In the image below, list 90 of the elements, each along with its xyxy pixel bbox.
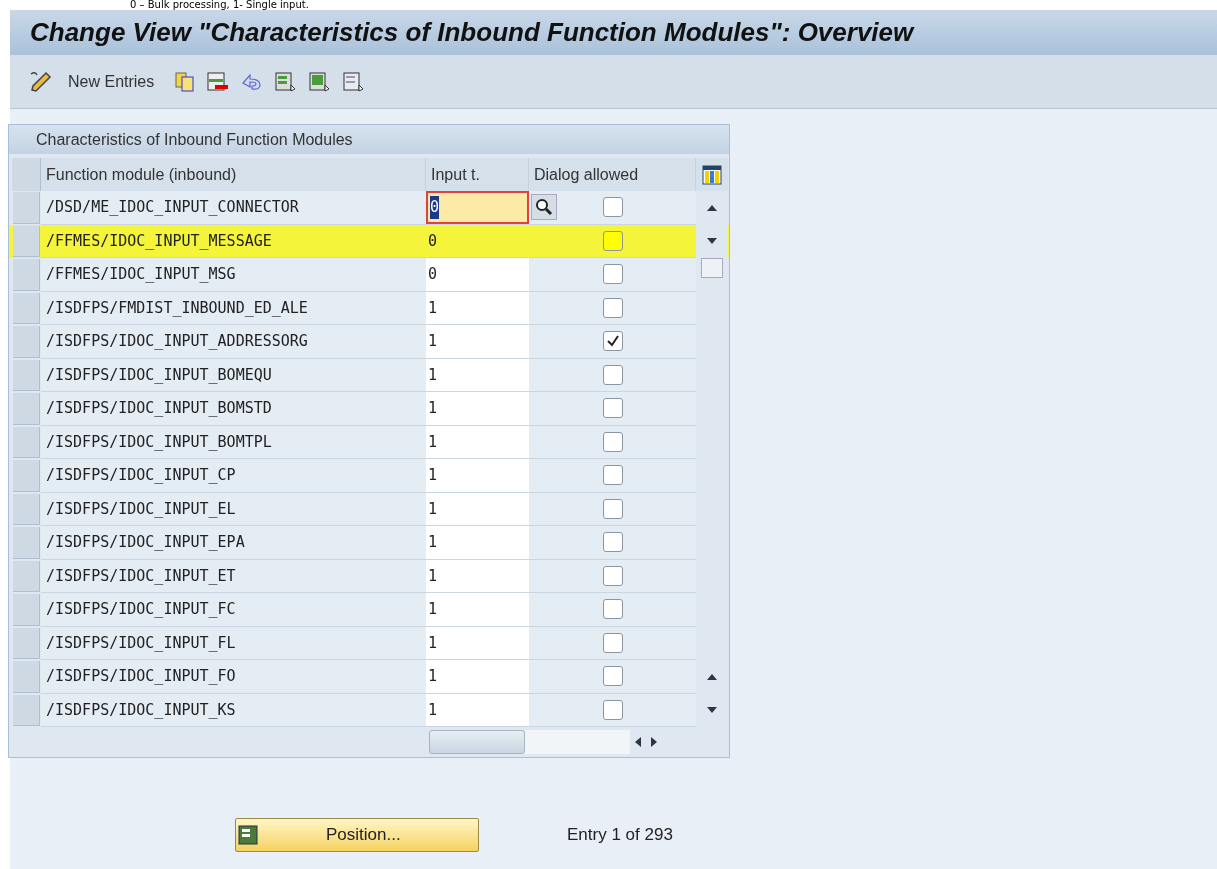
table-row[interactable]: /ISDFPS/IDOC_INPUT_FC 1 [9,593,729,627]
table-row[interactable]: /ISDFPS/FMDIST_INBOUND_ED_ALE 1 [9,291,729,325]
row-selector[interactable] [13,493,40,525]
column-settings-icon[interactable] [702,164,722,185]
table-cell: /ISDFPS/IDOC_INPUT_BOMEQU [41,358,426,392]
table-row[interactable]: /ISDFPS/IDOC_INPUT_CP 1 [9,459,729,493]
column-header[interactable]: Input t. [426,158,529,191]
table-row[interactable]: /DSD/ME_IDOC_INPUT_CONNECTOR 0 [9,191,729,225]
table-cell: /ISDFPS/FMDIST_INBOUND_ED_ALE [41,291,426,325]
table-cell: /ISDFPS/IDOC_INPUT_FO [41,660,426,694]
table-cell: /ISDFPS/IDOC_INPUT_ADDRESSORG [41,325,426,359]
table-title: Characteristics of Inbound Function Modules [9,125,729,154]
table-cell: /ISDFPS/IDOC_INPUT_ET [41,559,426,593]
input-field[interactable]: 1 [426,559,529,592]
checkbox[interactable] [602,398,623,419]
table-cell: /ISDFPS/IDOC_INPUT_FC [41,593,426,627]
table-row[interactable]: /ISDFPS/IDOC_INPUT_ET 1 [9,559,729,593]
checkbox[interactable] [602,498,623,519]
table-row[interactable]: /ISDFPS/IDOC_INPUT_FL 1 [9,626,729,660]
table-cell: /ISDFPS/IDOC_INPUT_CP [41,459,426,493]
input-field[interactable]: 1 [426,593,529,626]
delete-row-icon[interactable] [206,70,231,93]
checkbox[interactable] [602,431,623,452]
row-selector[interactable] [13,225,40,257]
checkbox[interactable] [602,532,623,553]
search-icon [535,198,553,216]
input-field[interactable]: 1 [426,358,529,391]
entry-count: Entry 1 of 293 [567,824,673,847]
table-cell: /ISDFPS/IDOC_INPUT_EL [41,492,426,526]
table-row[interactable]: /ISDFPS/IDOC_INPUT_ADDRESSORG 1 [9,325,729,359]
checkbox[interactable] [602,699,623,720]
input-field[interactable]: 1 [426,459,529,492]
checkbox[interactable] [602,264,623,285]
checkbox[interactable] [602,666,623,687]
input-field[interactable]: 1 [426,291,529,324]
table-row[interactable]: /ISDFPS/IDOC_INPUT_BOMEQU 1 [9,358,729,392]
horizontal-scroll-thumb[interactable] [429,730,525,754]
input-field[interactable]: 1 [426,425,529,458]
table-cell: /ISDFPS/IDOC_INPUT_FL [41,626,426,660]
checkbox[interactable] [602,230,623,251]
search-help-button[interactable] [531,194,557,220]
table-cell: /ISDFPS/IDOC_INPUT_KS [41,693,426,727]
row-selector[interactable] [13,292,40,324]
input-field[interactable]: 1 [426,526,529,559]
input-field[interactable]: 0 [426,191,529,224]
row-selector[interactable] [13,426,40,458]
input-field[interactable]: 1 [426,660,529,693]
input-field[interactable]: 1 [426,392,529,425]
table-row[interactable]: /ISDFPS/IDOC_INPUT_BOMTPL 1 [9,425,729,459]
row-selector[interactable] [13,560,40,592]
row-selector[interactable] [13,359,40,391]
input-field[interactable]: 1 [426,693,529,726]
select-all-cell[interactable] [12,158,41,191]
table-row[interactable]: /FFMES/IDOC_INPUT_MSG 0 [9,258,729,292]
checkbox[interactable] [602,465,623,486]
table-row[interactable]: /ISDFPS/IDOC_INPUT_FO 1 [9,660,729,694]
table-row[interactable]: /ISDFPS/IDOC_INPUT_EL 1 [9,492,729,526]
column-header[interactable]: Function module (inbound) [41,158,426,191]
input-field[interactable]: 1 [426,325,529,358]
input-field[interactable]: 0 [426,224,529,257]
table-row[interactable]: /FFMES/IDOC_INPUT_MESSAGE 0 [9,224,729,258]
table-cell: /FFMES/IDOC_INPUT_MSG [41,258,426,292]
position-button[interactable]: Position... [235,818,479,852]
pencil-icon[interactable] [28,69,54,94]
table-cell: /ISDFPS/IDOC_INPUT_EPA [41,526,426,560]
table-row[interactable]: /ISDFPS/IDOC_INPUT_EPA 1 [9,526,729,560]
column-header[interactable]: Dialog allowed [529,158,696,191]
row-selector[interactable] [13,694,40,726]
input-field[interactable]: 0 [426,258,529,291]
row-selector[interactable] [13,627,40,659]
table-cell: /DSD/ME_IDOC_INPUT_CONNECTOR [41,191,426,225]
copy-icon[interactable] [174,70,197,93]
checkbox[interactable] [602,565,623,586]
checkbox[interactable] [602,599,623,620]
checkbox[interactable] [602,331,623,352]
checkbox[interactable] [602,632,623,653]
input-field[interactable]: 1 [426,492,529,525]
table-row[interactable]: /ISDFPS/IDOC_INPUT_BOMSTD 1 [9,392,729,426]
position-icon [238,825,258,845]
caption-text: 0 – Bulk processing, 1- Single input. [129,0,310,10]
input-field[interactable]: 1 [426,626,529,659]
table-row[interactable]: /ISDFPS/IDOC_INPUT_KS 1 [9,693,729,727]
table-cell: /ISDFPS/IDOC_INPUT_BOMSTD [41,392,426,426]
checkbox[interactable] [602,297,623,318]
new-entries-button[interactable]: New Entries [64,69,159,94]
checkbox[interactable] [602,364,623,385]
scroll-thumb[interactable] [701,257,723,278]
checkbox[interactable] [602,197,623,218]
table-cell: /ISDFPS/IDOC_INPUT_BOMTPL [41,425,426,459]
window-title: Change View "Characteristics of Inbound Function Modules": Overview [30,16,914,49]
